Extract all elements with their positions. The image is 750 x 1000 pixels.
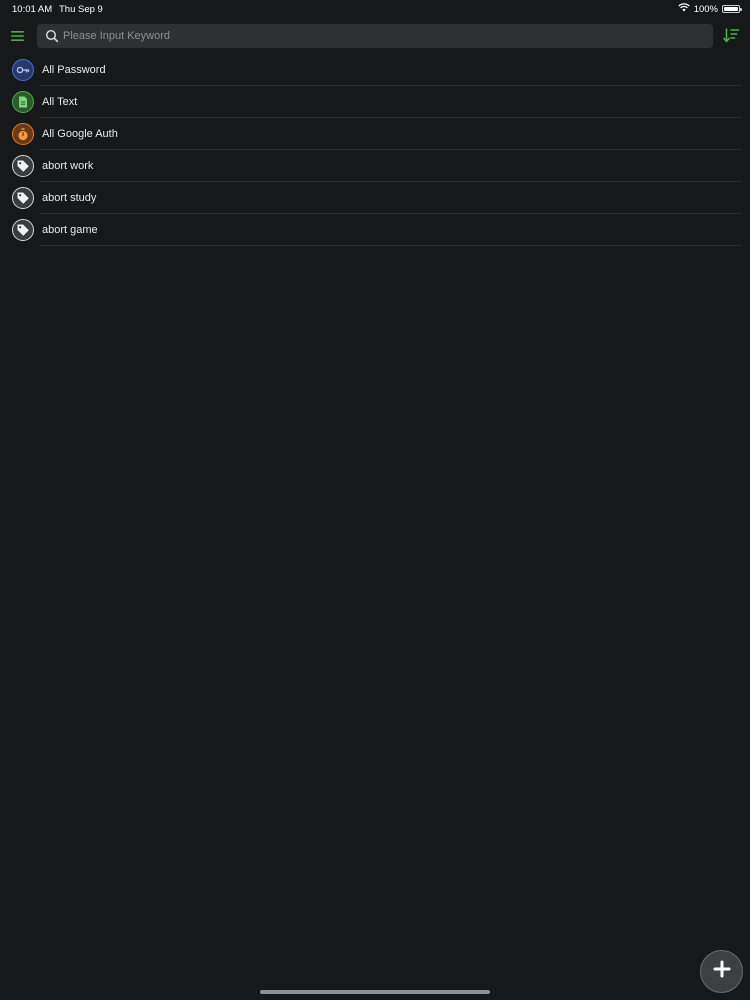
- list-item-all-password[interactable]: All Password: [0, 54, 750, 86]
- list-item-label: All Password: [42, 64, 106, 76]
- hamburger-menu-icon[interactable]: [11, 29, 26, 43]
- home-indicator[interactable]: [260, 990, 490, 994]
- battery-percent: 100%: [693, 3, 718, 15]
- list-item-label: abort game: [42, 224, 98, 236]
- toolbar: [0, 24, 750, 48]
- wifi-icon: [678, 3, 690, 15]
- tag-icon: [12, 155, 34, 177]
- app-screen: 10:01 AM Thu Sep 9 100% Please Input Key…: [0, 0, 750, 1000]
- list-item-label: All Text: [42, 96, 78, 108]
- list-item-label: abort study: [42, 192, 97, 204]
- list-item-label: abort work: [42, 160, 94, 172]
- list-item-all-google-auth[interactable]: All Google Auth: [0, 118, 750, 150]
- status-indicators: 100%: [678, 3, 742, 15]
- status-bar: 10:01 AM Thu Sep 9 100%: [0, 0, 750, 18]
- add-button[interactable]: [700, 950, 743, 993]
- search-input[interactable]: [63, 24, 703, 48]
- status-time: 10:01 AM: [12, 4, 53, 15]
- tag-icon: [12, 219, 34, 241]
- list-item-all-text[interactable]: All Text: [0, 86, 750, 118]
- tag-icon: [12, 187, 34, 209]
- divider: [40, 245, 742, 246]
- list-item-abort-work[interactable]: abort work: [0, 150, 750, 182]
- battery-icon: [722, 5, 742, 13]
- list-item-abort-study[interactable]: abort study: [0, 182, 750, 214]
- category-list: All Password All Text All Google Auth ab…: [0, 54, 750, 246]
- search-icon: [45, 29, 59, 43]
- plus-icon: [713, 960, 731, 983]
- document-icon: [12, 91, 34, 113]
- search-bar[interactable]: [37, 24, 713, 48]
- key-icon: [12, 59, 34, 81]
- list-item-abort-game[interactable]: abort game: [0, 214, 750, 246]
- status-date: Thu Sep 9: [59, 4, 103, 15]
- timer-icon: [12, 123, 34, 145]
- list-item-label: All Google Auth: [42, 128, 118, 140]
- sort-icon[interactable]: [723, 27, 740, 44]
